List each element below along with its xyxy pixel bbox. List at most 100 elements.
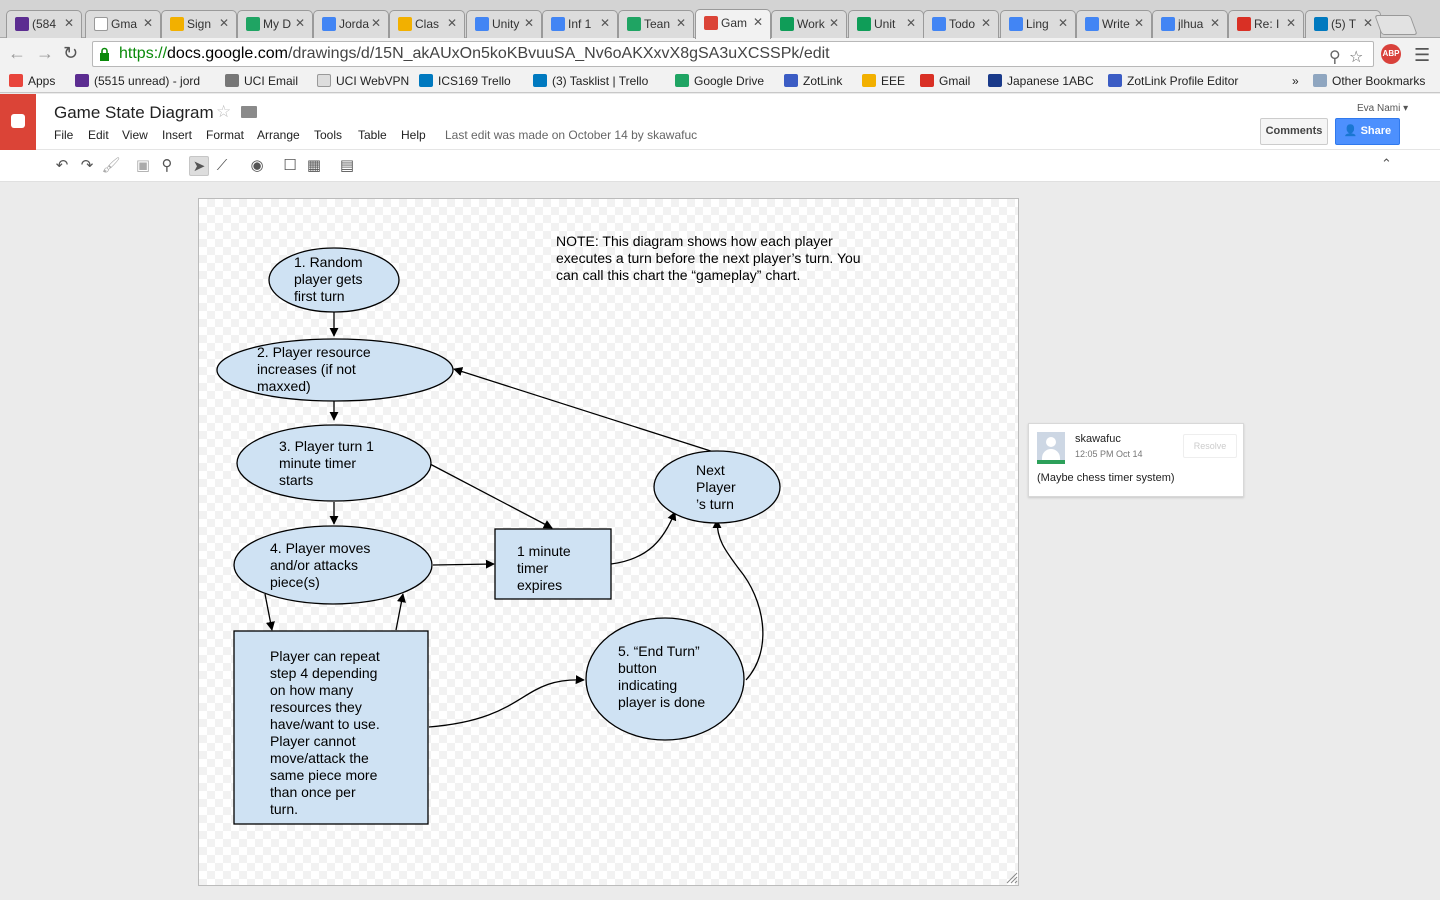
tab-close-icon[interactable]: ✕	[829, 16, 839, 30]
browser-tab[interactable]: Write ✕	[1076, 10, 1152, 38]
browser-tab[interactable]: (584 ✕	[6, 10, 82, 38]
tab-close-icon[interactable]: ✕	[1363, 16, 1373, 30]
tab-close-icon[interactable]: ✕	[1286, 16, 1296, 30]
diagram-note[interactable]: NOTE: This diagram shows how each player…	[556, 233, 896, 284]
arrow-repeat-to-5[interactable]	[428, 675, 585, 728]
browser-tab[interactable]: My D ✕	[237, 10, 313, 38]
line-icon[interactable]: ⟋	[212, 156, 232, 176]
browser-tab[interactable]: Unit ✕	[848, 10, 924, 38]
bookmark-item[interactable]: ZotLink	[784, 74, 842, 88]
menu-arrange[interactable]: Arrange	[257, 128, 300, 142]
folder-icon[interactable]	[241, 106, 257, 118]
arrow-4-to-repeat[interactable]	[264, 593, 275, 631]
zoom-icon[interactable]: ⚲	[157, 156, 177, 176]
menu-view[interactable]: View	[122, 128, 148, 142]
browser-tab[interactable]: Todo ✕	[923, 10, 999, 38]
arrow-3-to-timer[interactable]	[429, 463, 553, 529]
back-icon[interactable]: ←	[8, 43, 26, 64]
forward-icon[interactable]: →	[36, 43, 54, 64]
tab-close-icon[interactable]: ✕	[524, 16, 534, 30]
address-bar[interactable]: https://docs.google.com/drawings/d/15N_a…	[92, 41, 1374, 67]
browser-tab[interactable]: Gam ✕	[695, 9, 771, 39]
new-tab-button[interactable]	[1374, 15, 1418, 35]
shape-icon[interactable]: ◉	[247, 156, 267, 176]
menu-format[interactable]: Format	[206, 128, 244, 142]
redo-icon[interactable]: ↷	[77, 156, 97, 176]
comment-card[interactable]: skawafuc 12:05 PM Oct 14 Resolve (Maybe …	[1028, 423, 1244, 497]
bookmark-item[interactable]: UCI WebVPN	[317, 74, 409, 88]
menu-edit[interactable]: Edit	[88, 128, 109, 142]
reload-icon[interactable]: ↻	[63, 43, 78, 64]
browser-tab[interactable]: Re: I ✕	[1228, 10, 1304, 38]
image-icon[interactable]: ▦	[304, 156, 324, 176]
tab-close-icon[interactable]: ✕	[981, 16, 991, 30]
browser-tab[interactable]: Sign ✕	[161, 10, 237, 38]
menu-help[interactable]: Help	[401, 128, 426, 142]
bookmarks-overflow-icon[interactable]: »	[1292, 74, 1299, 88]
resize-handle-icon[interactable]	[1006, 872, 1018, 884]
chrome-menu-icon[interactable]: ☰	[1414, 45, 1430, 66]
tab-close-icon[interactable]: ✕	[676, 16, 686, 30]
arrow-repeat-to-4[interactable]	[395, 593, 406, 631]
browser-tab[interactable]: Jorda ✕	[313, 10, 389, 38]
arrow-4-to-timer[interactable]	[432, 559, 495, 569]
arrow-next-to-2[interactable]	[453, 367, 718, 454]
menu-table[interactable]: Table	[358, 128, 387, 142]
bookmark-item[interactable]: ICS169 Trello	[419, 74, 511, 88]
tab-close-icon[interactable]: ✕	[753, 15, 763, 29]
bookmark-item[interactable]: EEE	[862, 74, 905, 88]
document-title[interactable]: Game State Diagram	[54, 103, 214, 123]
browser-tab[interactable]: Tean ✕	[618, 10, 694, 38]
bookmark-item[interactable]: Japanese 1ABC	[988, 74, 1094, 88]
tab-close-icon[interactable]: ✕	[219, 16, 229, 30]
account-name[interactable]: Eva Nami ▾	[1357, 103, 1408, 114]
tab-close-icon[interactable]: ✕	[1058, 16, 1068, 30]
text-box-icon[interactable]: ☐	[280, 156, 300, 176]
arrow-timer-to-next[interactable]	[610, 511, 677, 565]
paint-format-icon[interactable]: 🖌	[101, 156, 121, 176]
comments-button[interactable]: Comments	[1260, 118, 1328, 145]
select-icon[interactable]: ➤	[189, 156, 209, 176]
browser-tab[interactable]: Work ✕	[771, 10, 847, 38]
menu-tools[interactable]: Tools	[314, 128, 342, 142]
share-button[interactable]: 👤 Share	[1335, 118, 1400, 145]
tab-close-icon[interactable]: ✕	[371, 16, 381, 30]
browser-tab[interactable]: Ling ✕	[1000, 10, 1076, 38]
adblock-icon[interactable]: ABP	[1381, 44, 1401, 64]
search-icon[interactable]: ⚲	[1329, 46, 1341, 70]
browser-tab[interactable]: Inf 1 ✕	[542, 10, 618, 38]
bookmark-item[interactable]: Apps	[9, 74, 55, 88]
tab-close-icon[interactable]: ✕	[143, 16, 153, 30]
collapse-icon[interactable]: ⌃	[1381, 156, 1392, 172]
zoom-fit-icon[interactable]: ▣	[133, 156, 153, 176]
bookmark-item[interactable]: UCI Email	[225, 74, 298, 88]
tab-close-icon[interactable]: ✕	[447, 16, 457, 30]
menu-file[interactable]: File	[54, 128, 73, 142]
resolve-button[interactable]: Resolve	[1183, 434, 1237, 458]
bookmark-icon	[988, 74, 1002, 87]
tab-close-icon[interactable]: ✕	[906, 16, 916, 30]
drawings-logo-icon[interactable]	[0, 94, 36, 150]
browser-tab[interactable]: jlhua ✕	[1152, 10, 1228, 38]
browser-tab[interactable]: Unity ✕	[466, 10, 542, 38]
tab-close-icon[interactable]: ✕	[295, 16, 305, 30]
tab-close-icon[interactable]: ✕	[1134, 16, 1144, 30]
browser-tab[interactable]: Gma ✕	[85, 10, 161, 38]
undo-icon[interactable]: ↶	[52, 156, 72, 176]
bookmark-star-icon[interactable]: ☆	[1349, 46, 1363, 70]
star-icon[interactable]: ☆	[216, 102, 231, 122]
last-edit-link[interactable]: Last edit was made on October 14 by skaw…	[445, 128, 697, 142]
browser-tab[interactable]: (5) T ✕	[1305, 10, 1381, 38]
browser-tab[interactable]: Clas ✕	[389, 10, 465, 38]
bookmark-item[interactable]: Gmail	[920, 74, 970, 88]
tab-close-icon[interactable]: ✕	[600, 16, 610, 30]
tab-close-icon[interactable]: ✕	[64, 16, 74, 30]
other-bookmarks[interactable]: Other Bookmarks	[1313, 74, 1425, 88]
menu-insert[interactable]: Insert	[162, 128, 192, 142]
tab-close-icon[interactable]: ✕	[1210, 16, 1220, 30]
bookmark-item[interactable]: (5515 unread) - jord	[75, 74, 200, 88]
comment-icon[interactable]: ▤	[337, 156, 357, 176]
bookmark-item[interactable]: ZotLink Profile Editor	[1108, 74, 1238, 88]
bookmark-item[interactable]: Google Drive	[675, 74, 764, 88]
bookmark-item[interactable]: (3) Tasklist | Trello	[533, 74, 648, 88]
